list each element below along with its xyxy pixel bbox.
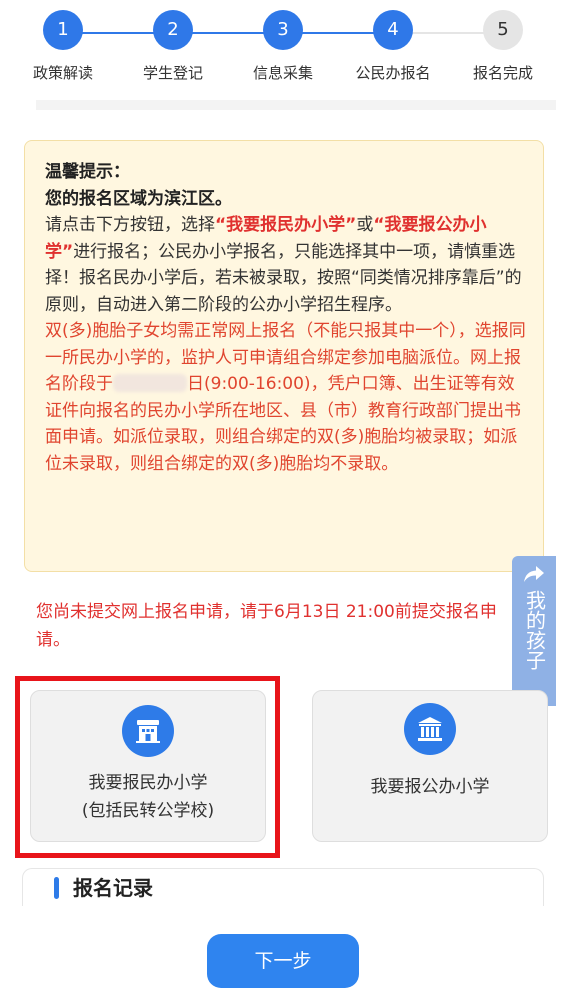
public-school-label: 我要报公办小学 <box>370 777 490 797</box>
step-1-number: 1 <box>43 10 83 50</box>
step-1-label: 政策解读 <box>32 64 93 82</box>
step-4: 4 公民办报名 <box>338 10 448 83</box>
my-children-tab[interactable]: 我的孩子 <box>512 556 556 706</box>
step-2-number: 2 <box>153 10 193 50</box>
step-1: 1 政策解读 <box>8 10 118 83</box>
public-building-icon <box>404 703 456 755</box>
step-5-label: 报名完成 <box>472 64 533 82</box>
registration-record-heading: 报名记录 <box>44 874 163 902</box>
notice-heading: 温馨提示： <box>45 162 130 182</box>
step-3-number: 3 <box>263 10 303 50</box>
private-school-label-line2: (包括民转公学校) <box>81 801 215 821</box>
notice-box: 温馨提示： 您的报名区域为滨江区。 请点击下方按钮，选择“我要报民办小学”或“我… <box>24 140 544 572</box>
step-4-label: 公民办报名 <box>355 64 431 82</box>
redacted-date <box>113 374 187 392</box>
private-school-button[interactable]: 我要报民办小学 (包括民转公学校) <box>30 690 266 842</box>
notice-paragraph-2: 双(多)胞胎子女均需正常网上报名（不能只报其中一个），选报同一所民办小学的，监护… <box>45 318 529 477</box>
school-building-icon <box>122 705 174 757</box>
step-3-label: 信息采集 <box>252 64 313 82</box>
section-divider <box>36 100 556 110</box>
step-3: 3 信息采集 <box>228 10 338 83</box>
notice-private-highlight: “我要报民办小学” <box>215 215 357 235</box>
my-children-label: 我的孩子 <box>522 590 547 670</box>
public-school-button[interactable]: 我要报公办小学 <box>312 690 548 842</box>
share-arrow-icon <box>512 564 556 590</box>
notice-p1-body: 进行报名；公民办小学报名，只能选择其中一项，请慎重选择！报名民办小学后，若未被录… <box>45 241 522 315</box>
private-school-label: 我要报民办小学 (包括民转公学校) <box>31 769 265 825</box>
step-2-label: 学生登记 <box>142 64 203 82</box>
notice-p1-intro: 请点击下方按钮，选择 <box>45 215 215 235</box>
step-5-number: 5 <box>483 10 523 50</box>
heading-accent-bar <box>54 877 59 899</box>
private-school-label-line1: 我要报民办小学 <box>88 773 208 793</box>
step-4-number: 4 <box>373 10 413 50</box>
submission-warning: 您尚未提交网上报名申请，请于6月13日 21:00前提交报名申请。 <box>36 602 497 650</box>
progress-stepper: 1 政策解读 2 学生登记 3 信息采集 4 公民办报名 5 报名完成 <box>0 0 583 100</box>
step-2: 2 学生登记 <box>118 10 228 83</box>
notice-paragraph-1: 请点击下方按钮，选择“我要报民办小学”或“我要报公办小学”进行报名；公民办小学报… <box>45 212 529 318</box>
notice-region: 您的报名区域为滨江区。 <box>45 188 232 209</box>
next-step-button[interactable]: 下一步 <box>207 934 359 988</box>
notice-p1-or: 或 <box>356 215 374 235</box>
step-5: 5 报名完成 <box>448 10 558 83</box>
registration-record-title: 报名记录 <box>73 876 153 900</box>
